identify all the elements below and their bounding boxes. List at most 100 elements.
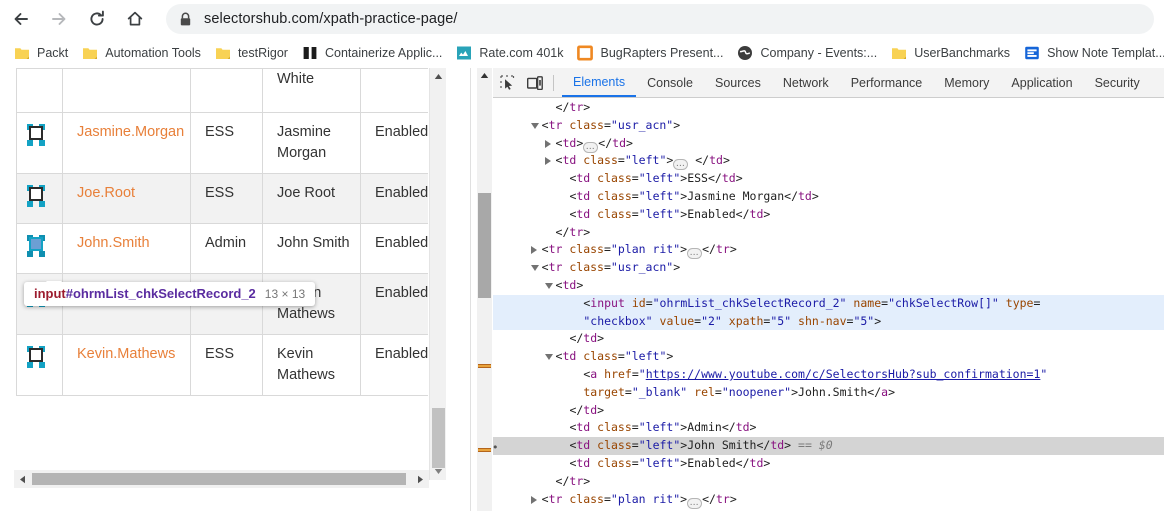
dom-line[interactable]: </tr> [493, 473, 1164, 491]
bookmark-item[interactable]: BugRapters Present... [571, 41, 729, 65]
page-horizontal-scrollbar[interactable] [14, 470, 429, 488]
dom-line[interactable]: <td> [493, 277, 1164, 295]
dom-line-content: <td class="left">John Smith</td> == $0 [569, 438, 832, 452]
devtools-tab-sources[interactable]: Sources [704, 68, 772, 97]
dom-line[interactable]: </tr> [493, 224, 1164, 242]
dom-line[interactable]: <td class="left"> [493, 348, 1164, 366]
dom-line[interactable]: <td class="left">Jasmine Morgan</td> [493, 188, 1164, 206]
inspect-element-icon[interactable] [493, 70, 521, 96]
devtools-tab-application[interactable]: Application [1000, 68, 1083, 97]
tooltip-arrow-icon [46, 281, 62, 290]
dom-line[interactable]: <td class="left">… </td> [493, 152, 1164, 171]
expand-triangle-open-icon[interactable] [530, 265, 539, 272]
row-select-checkbox[interactable] [25, 185, 47, 207]
devtools-tab-console[interactable]: Console [636, 68, 704, 97]
table-cell-username[interactable]: Jasmine.Morgan [62, 112, 191, 174]
collapsed-content-icon[interactable]: … [687, 248, 703, 260]
table-cell-username-text[interactable]: Joe.Root [77, 185, 135, 201]
expand-triangle-closed-icon[interactable] [544, 157, 551, 166]
dom-line-content: <td class="left">Enabled</td> [569, 456, 770, 470]
dom-line[interactable]: <a href="https://www.youtube.com/c/Selec… [493, 366, 1164, 384]
table-cell-username[interactable]: Joe.Root [62, 173, 191, 224]
dom-tree-view[interactable]: </tr> <tr class="usr_acn"> <td>… </td> <td c… [493, 98, 1164, 511]
teal-site-icon [456, 45, 472, 61]
dom-token: href [597, 366, 632, 381]
dom-line[interactable]: <input id="ohrmList_chkSelectRecord_2" n… [493, 294, 1164, 331]
dom-token: "usr_acn" [610, 260, 674, 275]
bookmark-item[interactable]: Show Note Templat... [1018, 41, 1164, 65]
tooltip-element-id: #ohrmList_chkSelectRecord_2 [65, 286, 256, 301]
bookmark-item[interactable]: Rate.com 401k [450, 41, 569, 65]
devtools-scroll-up-arrow-icon[interactable] [477, 68, 492, 83]
home-button[interactable] [118, 2, 152, 36]
page-horizontal-scroll-thumb[interactable] [32, 473, 406, 485]
dom-line[interactable]: <td class="left">Enabled</td> [493, 455, 1164, 473]
devtools-tab-memory[interactable]: Memory [933, 68, 1000, 97]
dom-token: = [645, 295, 653, 310]
table-cell-username[interactable]: John.Smith [62, 223, 191, 274]
row-select-checkbox[interactable] [25, 346, 47, 368]
scroll-down-arrow-icon[interactable] [430, 463, 447, 480]
devtools-tab-performance[interactable]: Performance [840, 68, 934, 97]
devtools-tab-network[interactable]: Network [772, 68, 840, 97]
devtools-vertical-scrollbar[interactable] [477, 68, 492, 511]
row-select-checkbox[interactable] [25, 235, 47, 257]
table-cell-username-text[interactable]: Jasmine.Morgan [77, 124, 184, 140]
expand-triangle-closed-icon[interactable] [544, 139, 551, 148]
bookmark-label: Show Note Templat... [1047, 46, 1164, 60]
dom-line[interactable]: <tr class="plan rit">…</tr> [493, 241, 1164, 260]
dom-line[interactable]: </tr> [493, 99, 1164, 117]
table-cell-username[interactable] [62, 68, 191, 113]
row-select-checkbox[interactable] [25, 124, 47, 146]
dom-line[interactable]: </td> [493, 402, 1164, 420]
table-cell-username-text[interactable]: John.Smith [77, 235, 150, 251]
forward-button[interactable] [42, 2, 76, 36]
dom-line[interactable]: <td class="left">Enabled</td> [493, 206, 1164, 224]
navigation-bar: selectorshub.com/xpath-practice-page/ [0, 0, 1164, 38]
bookmark-item[interactable]: UserBanchmarks [885, 41, 1016, 65]
bookmark-item[interactable]: Packt [8, 41, 74, 65]
devtools-scroll-thumb[interactable] [478, 193, 491, 298]
dom-token: = [603, 117, 611, 132]
reload-button[interactable] [80, 2, 114, 36]
dom-token: </ [735, 206, 750, 221]
collapsed-content-icon[interactable]: … [687, 497, 703, 509]
dom-line[interactable]: target="_blank" rel="noopener">John.Smit… [493, 384, 1164, 402]
bookmark-item[interactable]: Containerize Applic... [296, 41, 448, 65]
expand-triangle-open-icon[interactable] [544, 282, 553, 289]
bookmark-item[interactable]: testRigor [209, 41, 294, 65]
table-cell-name: John Smith [262, 223, 361, 274]
dom-line[interactable]: •••<td class="left">John Smith</td> == $… [493, 437, 1164, 455]
expand-triangle-open-icon[interactable] [544, 354, 553, 361]
devtools-tab-elements[interactable]: Elements [562, 68, 637, 97]
scroll-left-arrow-icon[interactable] [14, 470, 31, 488]
dom-line[interactable]: <td class="left">Admin</td> [493, 419, 1164, 437]
table-cell-username-text[interactable]: Kevin.Mathews [77, 346, 175, 362]
address-bar[interactable]: selectorshub.com/xpath-practice-page/ [166, 4, 1154, 34]
dom-line[interactable]: <td>… </td> [493, 135, 1164, 153]
dom-token: > [673, 117, 681, 132]
collapsed-content-icon[interactable]: … [673, 159, 689, 171]
table-row: Kevin.Mathews ESS Kevin Mathews Enabled [16, 334, 428, 396]
device-toolbar-icon[interactable] [521, 70, 549, 96]
dom-line[interactable]: <tr class="usr_acn"> [493, 117, 1164, 135]
back-button[interactable] [4, 2, 38, 36]
dom-line[interactable]: <td class="left">ESS</td> [493, 170, 1164, 188]
dom-line[interactable]: <tr class="plan rit">…</tr> [493, 491, 1164, 509]
devtools-tab-security[interactable]: Security [1084, 68, 1151, 97]
expand-triangle-closed-icon[interactable] [530, 246, 537, 255]
scroll-right-arrow-icon[interactable] [412, 470, 429, 488]
dom-token: "5" [770, 313, 792, 328]
table-cell-username[interactable]: Kevin.Mathews [62, 334, 191, 396]
bookmark-item[interactable]: Automation Tools [76, 41, 207, 65]
collapsed-content-icon[interactable]: … [583, 141, 599, 153]
scroll-up-arrow-icon[interactable] [430, 68, 447, 85]
expand-triangle-open-icon[interactable] [530, 122, 539, 129]
bookmark-item[interactable]: Company - Events:... [731, 41, 883, 65]
expand-triangle-closed-icon[interactable] [530, 495, 537, 504]
page-vertical-scroll-thumb[interactable] [432, 408, 445, 468]
dom-token: "left" [638, 188, 681, 203]
dom-line[interactable]: </td> [493, 330, 1164, 348]
dom-line[interactable]: <tr class="usr_acn"> [493, 259, 1164, 277]
page-vertical-scrollbar[interactable] [429, 68, 446, 480]
